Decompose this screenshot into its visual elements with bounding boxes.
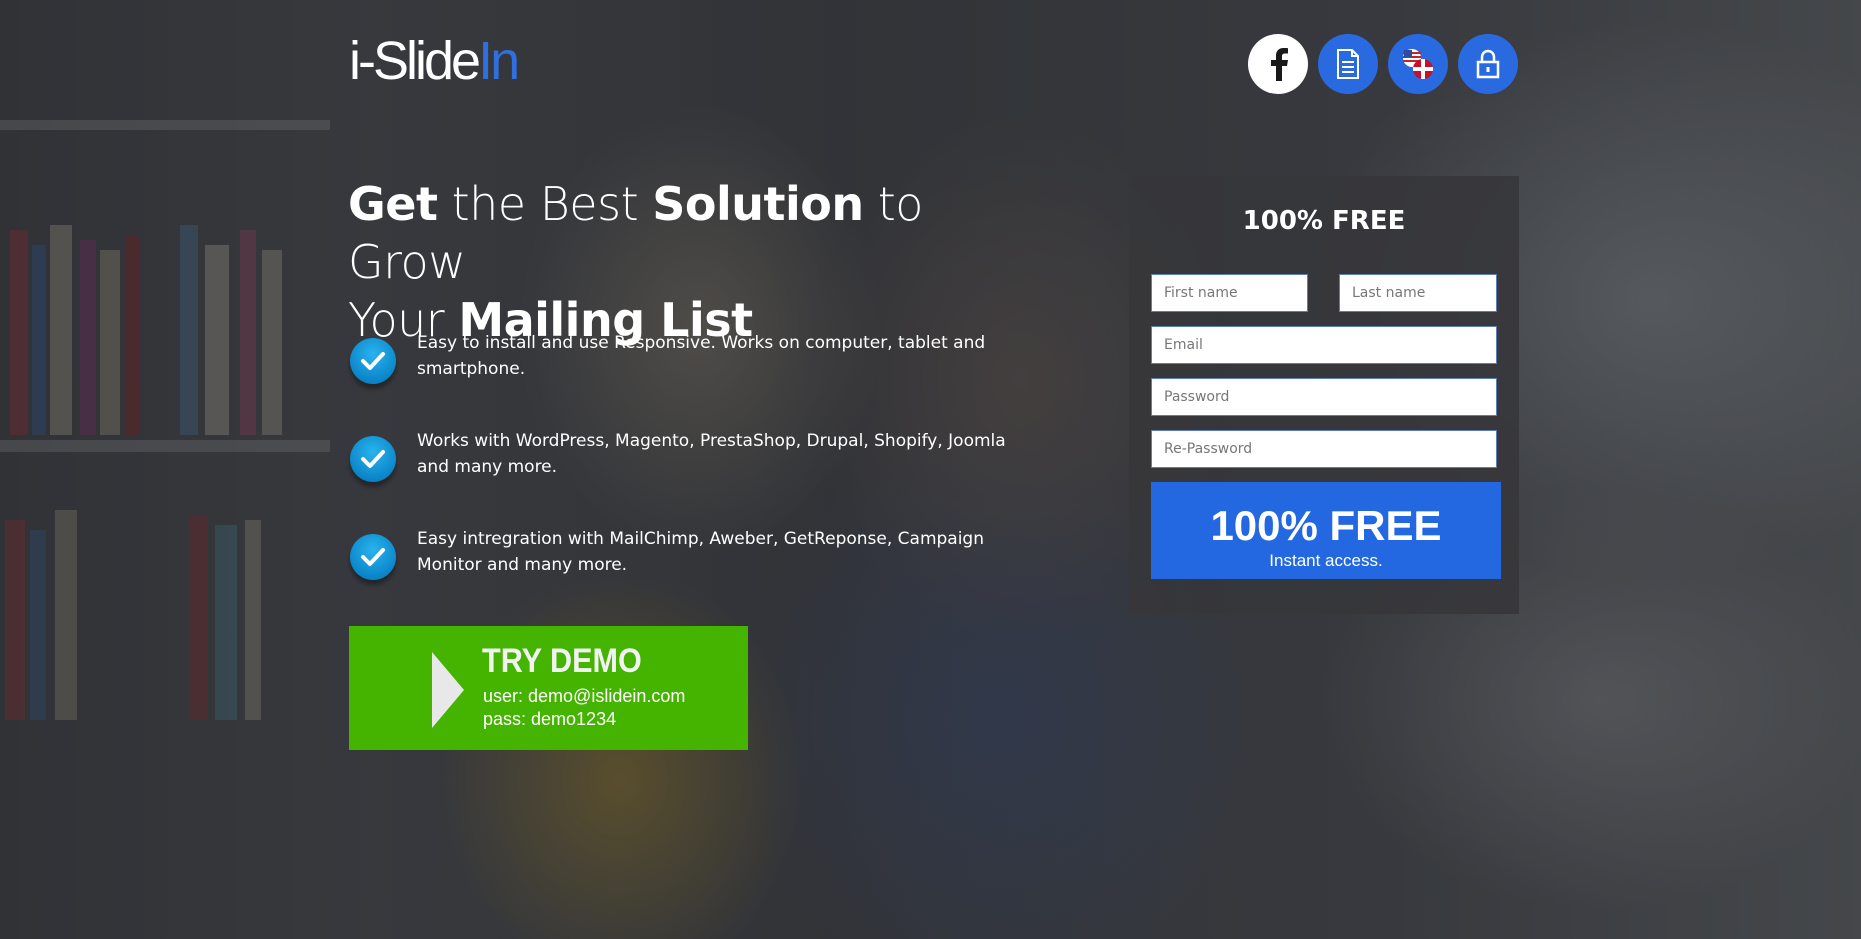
headline-word: Solution	[652, 177, 864, 231]
submit-subtitle: Instant access.	[1269, 550, 1383, 570]
submit-title: 100% FREE	[1210, 501, 1442, 549]
submit-button[interactable]: 100% FREE Instant access.	[1151, 482, 1501, 579]
feature-text: Works with WordPress, Magento, PrestaSho…	[417, 431, 1006, 477]
facebook-button[interactable]	[1248, 34, 1308, 94]
logo-text: i-Slide	[349, 31, 481, 91]
demo-title: TRY DEMO	[482, 642, 642, 680]
document-icon	[1337, 49, 1359, 79]
feature-list: Easy to install and use Responsive. Work…	[350, 330, 1030, 624]
header-icons	[1248, 34, 1518, 94]
headline-word: Get	[348, 177, 438, 231]
form-title: 100% FREE	[1242, 206, 1406, 236]
headline: Get the Best Solution to Grow Your Mailin…	[348, 175, 1048, 349]
demo-user: user: demo@islidein.com	[483, 686, 686, 706]
email-input[interactable]	[1151, 326, 1497, 364]
logo-accent: In	[478, 31, 520, 91]
feature-item: Works with WordPress, Magento, PrestaSho…	[350, 428, 1030, 526]
logo[interactable]: i-Slide In	[349, 30, 520, 92]
demo-pass: pass: demo1234	[483, 709, 617, 729]
checkmark-icon	[350, 436, 396, 482]
feature-item: Easy intregration with MailChimp, Aweber…	[350, 526, 1030, 624]
lock-icon	[1476, 49, 1500, 79]
signup-form: 100% FREE 100% FREE Instant access.	[1129, 176, 1519, 614]
login-button[interactable]	[1458, 34, 1518, 94]
last-name-input[interactable]	[1339, 274, 1497, 312]
document-button[interactable]	[1318, 34, 1378, 94]
language-flags-icon	[1403, 49, 1433, 79]
first-name-input[interactable]	[1151, 274, 1308, 312]
repassword-input[interactable]	[1151, 430, 1497, 468]
play-arrow-icon	[432, 652, 464, 728]
checkmark-icon	[350, 534, 396, 580]
facebook-icon	[1271, 48, 1288, 81]
headline-word: the Best	[437, 177, 653, 231]
feature-item: Easy to install and use Responsive. Work…	[350, 330, 1030, 428]
checkmark-icon	[350, 338, 396, 384]
feature-text: Easy to install and use Responsive. Work…	[417, 333, 986, 379]
password-input[interactable]	[1151, 378, 1497, 416]
language-button[interactable]	[1388, 34, 1448, 94]
feature-text: Easy intregration with MailChimp, Aweber…	[417, 529, 985, 575]
try-demo-button[interactable]: TRY DEMO user: demo@islidein.com pass: d…	[349, 626, 748, 750]
